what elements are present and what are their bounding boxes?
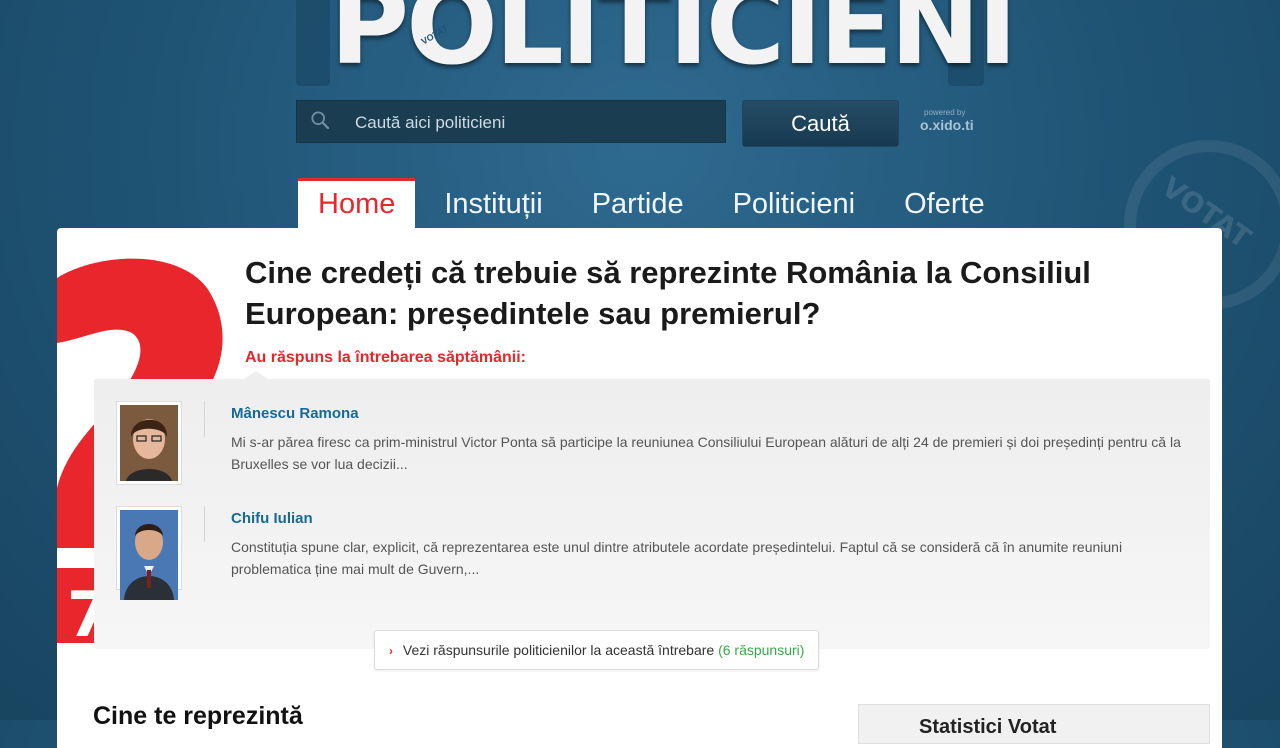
chevron-right-icon: › — [389, 644, 393, 658]
view-answers-link[interactable]: › Vezi răspunsurile politicienilor la ac… — [374, 630, 820, 670]
search-input[interactable] — [353, 101, 717, 144]
powered-by[interactable]: powered by o.xido.ti — [920, 108, 974, 135]
divider — [204, 401, 205, 437]
stats-box-title: Statistici Votat — [858, 704, 1210, 744]
answer-item: Mânescu Ramona Mi s-ar părea firesc ca p… — [116, 401, 1206, 493]
politician-name-link[interactable]: Mânescu Ramona — [231, 405, 359, 422]
search-box — [296, 100, 726, 144]
divider — [204, 506, 205, 542]
pointer-arrow — [244, 371, 268, 379]
question-title[interactable]: Cine credeți că trebuie să reprezinte Ro… — [245, 252, 1222, 334]
search-icon — [311, 111, 329, 129]
nav-item-oferte[interactable]: Oferte — [884, 178, 1005, 228]
main-nav: Home Instituții Partide Politicieni Ofer… — [298, 178, 1014, 228]
politician-name-link[interactable]: Chifu Iulian — [231, 510, 313, 527]
answer-item: Chifu Iulian Constituția spune clar, exp… — [116, 506, 1206, 600]
nav-item-home[interactable]: Home — [298, 178, 416, 228]
answers-count: (6 răspunsuri) — [718, 642, 805, 658]
powered-by-brand: o.xido.ti — [920, 117, 974, 133]
question-of-week-panel: 7 Cine credeți că trebuie să reprezinte … — [57, 228, 1222, 748]
nav-item-institutii[interactable]: Instituții — [424, 178, 562, 228]
silhouette-left-decoration — [296, 0, 330, 86]
search-button[interactable]: Caută — [742, 100, 899, 147]
answered-label: Au răspuns la întrebarea săptămânii: — [245, 349, 526, 366]
avatar[interactable] — [116, 506, 182, 600]
nav-item-politicieni[interactable]: Politicieni — [713, 178, 876, 228]
section-title: Cine te reprezintă — [93, 702, 303, 730]
answer-excerpt: Constituția spune clar, explicit, că rep… — [231, 539, 1123, 577]
nav-item-partide[interactable]: Partide — [572, 178, 704, 228]
powered-by-label: powered by — [924, 108, 966, 117]
view-answers-label: Vezi răspunsurile politicienilor la acea… — [402, 642, 715, 658]
answer-excerpt: Mi s-ar părea firesc ca prim-ministrul V… — [231, 434, 1181, 472]
avatar[interactable] — [116, 401, 182, 485]
answers-list: Mânescu Ramona Mi s-ar părea firesc ca p… — [94, 379, 1210, 649]
